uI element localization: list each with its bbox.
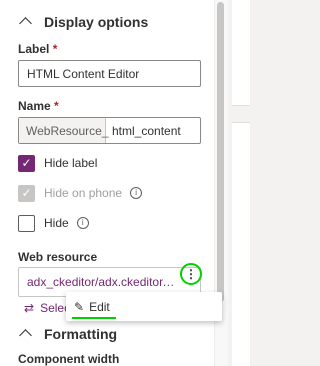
required-mark: * bbox=[52, 42, 58, 56]
hide-checkbox[interactable] bbox=[18, 214, 35, 232]
info-icon[interactable]: i bbox=[130, 187, 143, 199]
chevron-up-icon[interactable] bbox=[19, 17, 32, 30]
label-field-label: Label * bbox=[18, 42, 58, 56]
hide-label-checkbox-row[interactable]: ✓ Hide label bbox=[18, 153, 97, 173]
chevron-up-icon[interactable] bbox=[19, 329, 32, 342]
hide-on-phone-checkbox-row: ✓ Hide on phone i bbox=[18, 183, 143, 203]
hide-label-checkbox[interactable]: ✓ bbox=[18, 154, 35, 172]
info-icon[interactable]: i bbox=[76, 217, 89, 229]
component-width-label: Component width bbox=[18, 352, 120, 366]
check-icon: ✓ bbox=[21, 186, 32, 200]
display-options-header[interactable]: Display options bbox=[0, 10, 214, 34]
pencil-icon: ✎ bbox=[74, 299, 85, 314]
formatting-header[interactable]: Formatting bbox=[0, 322, 214, 346]
name-input-group: WebResource_ html_content bbox=[18, 117, 201, 144]
more-options-button[interactable]: ⋮ bbox=[180, 263, 202, 285]
web-resource-link[interactable]: adx_ckeditor/adx.ckeditor.h... bbox=[27, 275, 175, 289]
name-prefix: WebResource_ bbox=[19, 118, 109, 143]
name-field-label: Name * bbox=[18, 99, 59, 113]
annotation-underline bbox=[72, 317, 116, 319]
adjacent-panel bbox=[232, 0, 250, 106]
section-title: Display options bbox=[44, 14, 149, 30]
adjacent-panel bbox=[232, 122, 250, 366]
check-icon: ✓ bbox=[21, 156, 32, 170]
hide-label-text: Hide label bbox=[44, 156, 98, 170]
hide-checkbox-row[interactable]: Hide i bbox=[18, 213, 89, 233]
web-resource-label: Web resource bbox=[18, 250, 98, 264]
swap-icon: ⇄ bbox=[24, 301, 35, 315]
section-title: Formatting bbox=[44, 326, 118, 342]
hide-on-phone-text: Hide on phone bbox=[44, 186, 123, 200]
edit-label: Edit bbox=[89, 299, 110, 314]
hide-on-phone-checkbox: ✓ bbox=[18, 184, 35, 202]
name-input[interactable]: html_content bbox=[106, 118, 181, 143]
required-mark: * bbox=[54, 99, 59, 113]
label-input[interactable]: HTML Content Editor bbox=[18, 60, 201, 87]
scrollbar-thumb[interactable] bbox=[217, 2, 224, 302]
hide-text: Hide bbox=[44, 216, 69, 230]
